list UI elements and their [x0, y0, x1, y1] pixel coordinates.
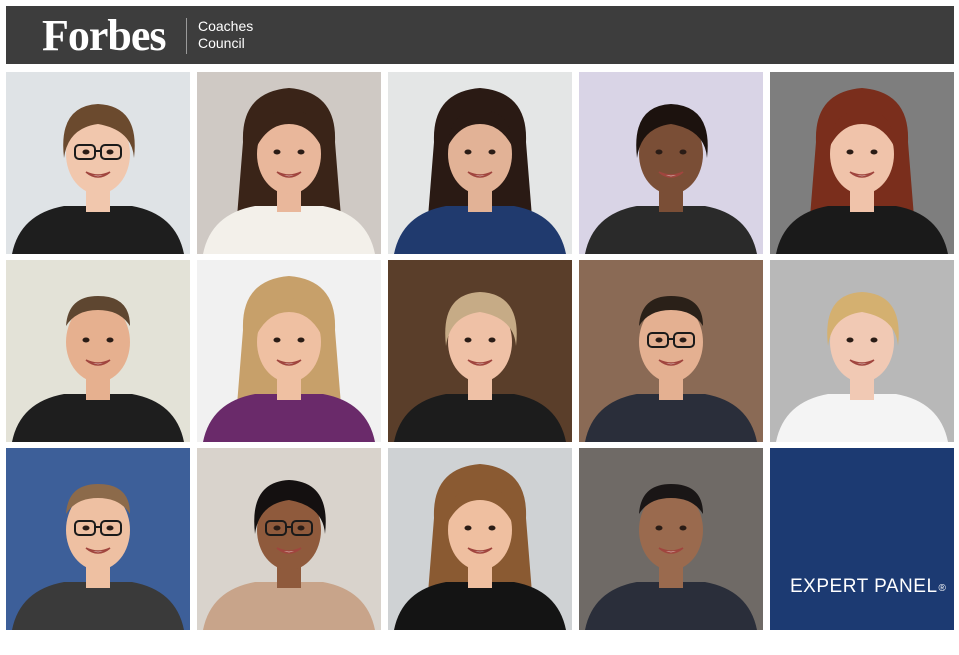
eye	[82, 337, 90, 343]
eye	[655, 525, 663, 531]
eye	[464, 149, 472, 155]
eye	[870, 149, 878, 155]
eye	[297, 525, 305, 531]
portrait-photo	[770, 72, 954, 254]
eye	[846, 149, 854, 155]
council-name: Coaches Council	[198, 18, 253, 52]
forbes-header: Forbes Coaches Council	[6, 6, 954, 64]
eye	[655, 149, 663, 155]
portrait-photo	[388, 260, 572, 442]
eye	[488, 337, 496, 343]
portrait-photo	[6, 72, 190, 254]
eye	[273, 149, 281, 155]
eye	[297, 337, 305, 343]
expert-panel-text: EXPERT PANEL	[790, 576, 938, 597]
portrait-photo	[579, 72, 763, 254]
eye	[679, 149, 687, 155]
portrait-photo	[6, 448, 190, 630]
council-line-1: Coaches	[198, 18, 254, 34]
portrait-photo	[579, 448, 763, 630]
registered-mark: ®	[938, 583, 947, 594]
eye	[488, 149, 496, 155]
forbes-logo: Forbes	[42, 11, 167, 60]
eye	[82, 525, 90, 531]
portrait-photo	[388, 72, 572, 254]
expert-panel-tile: EXPERT PANEL®	[770, 448, 954, 630]
portrait-photo	[197, 260, 381, 442]
eye	[464, 337, 472, 343]
portrait-photo	[579, 260, 763, 442]
eye	[82, 149, 90, 155]
expert-panel-label: EXPERT PANEL®	[790, 576, 946, 598]
portrait-photo	[388, 448, 572, 630]
eye	[273, 525, 281, 531]
portrait-photo	[6, 260, 190, 442]
eye	[870, 337, 878, 343]
header-divider	[186, 18, 187, 54]
portrait-photo	[197, 448, 381, 630]
eye	[846, 337, 854, 343]
eye	[679, 337, 687, 343]
portrait-photo	[770, 260, 954, 442]
eye	[297, 149, 305, 155]
eye	[655, 337, 663, 343]
eye	[106, 149, 114, 155]
portrait-photo	[197, 72, 381, 254]
eye	[464, 525, 472, 531]
eye	[488, 525, 496, 531]
eye	[679, 525, 687, 531]
expert-portrait-grid: EXPERT PANEL®	[6, 72, 954, 632]
eye	[106, 525, 114, 531]
council-line-2: Council	[198, 35, 245, 51]
eye	[106, 337, 114, 343]
eye	[273, 337, 281, 343]
